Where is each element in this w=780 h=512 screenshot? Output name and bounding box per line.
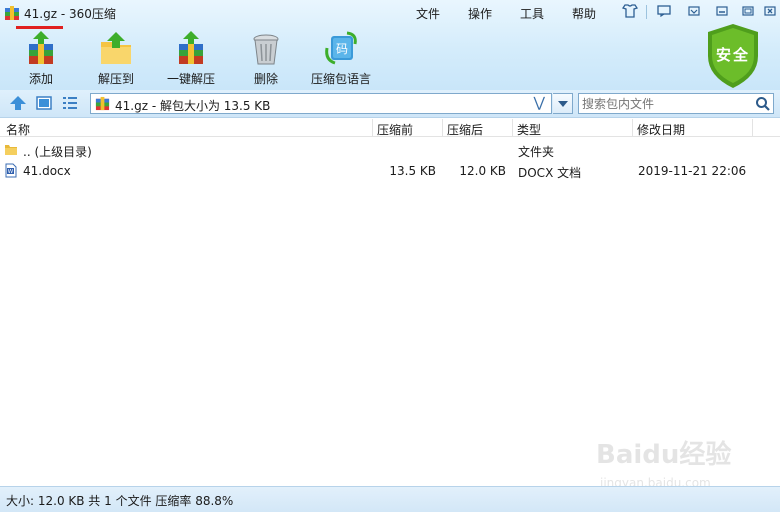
status-text: 大小: 12.0 KB 共 1 个文件 压缩率 88.8% [6,494,234,508]
extract-to-icon [101,32,131,64]
file-list: .. (上级目录) 文件夹 W 41.docx 13.5 KB 12.0 KB … [0,138,780,490]
address-chevron-icon[interactable]: ⋁ [534,95,545,111]
feedback-icon[interactable] [654,3,674,19]
address-field[interactable]: 41.gz - 解包大小为 13.5 KB ⋁ [90,93,552,114]
file-type: DOCX 文档 [518,166,582,180]
security-label: 安全 [715,46,750,64]
archive-language-icon: 码 [325,31,357,65]
search-input[interactable] [582,97,752,111]
svg-text:W: W [8,169,14,175]
minimize-icon[interactable] [712,3,732,19]
add-button[interactable]: 添加 [6,30,76,86]
add-archive-icon [29,31,53,64]
security-shield-button[interactable]: 安全 [704,22,762,90]
file-size-after: 12.0 KB [459,164,506,178]
delete-label: 删除 [253,72,278,86]
column-modified[interactable]: 修改日期 [637,121,685,138]
skin-icon[interactable] [620,3,640,19]
delete-icon [253,34,279,65]
window-title: 41.gz - 360压缩 [24,7,116,21]
list-view-icon[interactable] [61,95,79,111]
file-type: 文件夹 [518,145,555,159]
address-row: 41.gz - 解包大小为 13.5 KB ⋁ [0,90,780,118]
folder-icon [5,145,17,155]
menu-operation[interactable]: 操作 [468,5,492,22]
column-divider[interactable] [632,119,633,137]
one-click-extract-icon [179,31,203,64]
column-size-before[interactable]: 压缩前 [377,121,413,138]
archive-app-icon [5,6,19,20]
column-type[interactable]: 类型 [517,121,541,138]
archive-file-icon [95,96,110,111]
menu-file[interactable]: 文件 [416,5,440,22]
column-divider[interactable] [442,119,443,137]
column-divider[interactable] [372,119,373,137]
menu-help[interactable]: 帮助 [572,5,596,22]
column-divider[interactable] [752,119,753,137]
file-name: .. (上级目录) [23,145,92,159]
svg-text:码: 码 [336,42,348,56]
one-click-extract-button[interactable]: 一键解压 [156,30,226,86]
list-item-parent-directory[interactable]: .. (上级目录) 文件夹 [0,139,780,160]
search-icon[interactable] [755,96,770,111]
archive-language-button[interactable]: 码 压缩包语言 [306,30,376,86]
archive-language-label: 压缩包语言 [310,72,371,86]
one-click-extract-label: 一键解压 [166,72,215,86]
close-icon[interactable] [760,3,780,19]
column-size-after[interactable]: 压缩后 [447,121,483,138]
status-bar: 大小: 12.0 KB 共 1 个文件 压缩率 88.8% [0,486,780,512]
list-item-file[interactable]: W 41.docx 13.5 KB 12.0 KB DOCX 文档 2019-1… [0,160,780,181]
address-dropdown-button[interactable] [553,93,573,114]
baidu-watermark: Baidu经验 jingyan.baidu.com [596,428,746,494]
title-annotation-underline [16,26,63,29]
word-document-icon: W [5,163,17,178]
extract-to-label: 解压到 [97,72,134,86]
window-header: 41.gz - 360压缩 文件 操作 工具 帮助 添加 解压到 一键解压 删除… [0,0,780,90]
address-path: 41.gz - 解包大小为 13.5 KB [115,99,271,113]
extract-to-button[interactable]: 解压到 [81,30,151,86]
column-name[interactable]: 名称 [6,121,30,138]
up-level-icon[interactable] [9,95,27,111]
menu-dropdown-icon[interactable] [684,3,704,19]
window-separator [646,5,647,19]
file-modified: 2019-11-21 22:06 [638,164,747,178]
column-header-row: 名称 压缩前 压缩后 类型 修改日期 [0,119,780,137]
thumbnail-view-icon[interactable] [35,95,53,111]
column-divider[interactable] [512,119,513,137]
add-button-label: 添加 [28,72,53,86]
search-box[interactable] [578,93,774,114]
delete-button[interactable]: 删除 [231,30,301,86]
file-size-before: 13.5 KB [389,164,436,178]
watermark-brand: Baidu经验 [596,440,732,470]
maximize-icon[interactable] [738,3,758,19]
file-name: 41.docx [23,164,71,178]
menu-tools[interactable]: 工具 [520,5,544,22]
